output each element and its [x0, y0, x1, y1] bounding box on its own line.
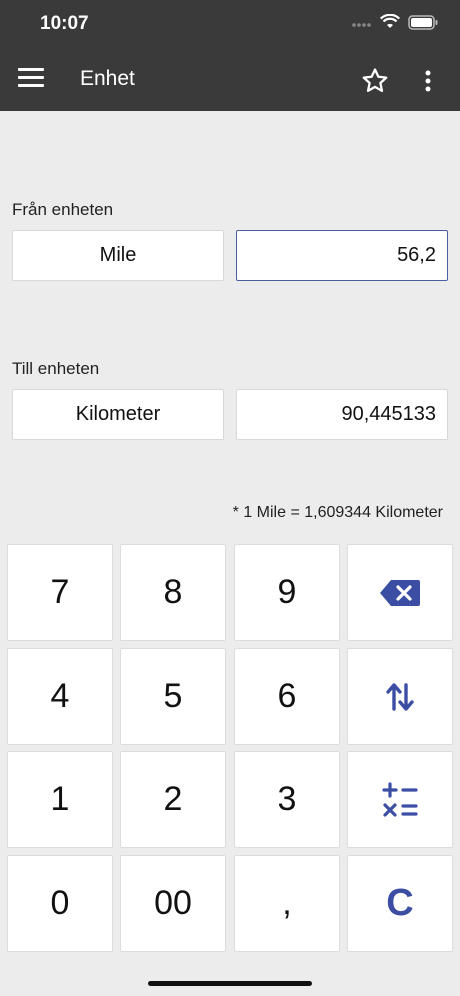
star-icon: [362, 68, 388, 92]
key-9[interactable]: 9: [234, 544, 340, 641]
app-title: Enhet: [80, 67, 135, 90]
from-unit-selector[interactable]: Mile: [12, 230, 224, 281]
wifi-icon: [380, 13, 400, 35]
status-bar: 10:07: [0, 0, 460, 50]
key-8[interactable]: 8: [120, 544, 226, 641]
swap-icon: [386, 682, 414, 711]
from-value-input[interactable]: 56,2: [236, 230, 448, 281]
to-value-text: 90,445133: [341, 403, 436, 425]
more-vert-icon: [425, 70, 431, 92]
menu-icon: [18, 68, 44, 87]
key-7[interactable]: 7: [7, 544, 113, 641]
key-3[interactable]: 3: [234, 751, 340, 848]
conversion-factor-note: * 1 Mile = 1,609344 Kilometer: [232, 504, 443, 521]
status-icons: [352, 13, 438, 35]
key-5[interactable]: 5: [120, 648, 226, 745]
more-options-button[interactable]: [416, 67, 440, 95]
signal-icon: [352, 16, 372, 34]
from-unit-label: Från enheten: [12, 200, 114, 219]
favorite-button[interactable]: [360, 66, 390, 96]
home-indicator: [148, 981, 312, 986]
key-00[interactable]: 00: [120, 855, 226, 952]
to-value-output[interactable]: 90,445133: [236, 389, 448, 440]
key-4[interactable]: 4: [7, 648, 113, 745]
battery-icon: [408, 14, 438, 35]
key-comma[interactable]: ,: [234, 855, 340, 952]
app-toolbar: Enhet: [0, 50, 460, 111]
key-2[interactable]: 2: [120, 751, 226, 848]
to-unit-selector[interactable]: Kilometer: [12, 389, 224, 440]
backspace-button[interactable]: [347, 544, 453, 641]
to-unit-name: Kilometer: [75, 403, 161, 425]
backspace-icon: [380, 579, 420, 606]
status-time: 10:07: [40, 13, 89, 34]
calculator-button[interactable]: [347, 751, 453, 848]
key-0[interactable]: 0: [7, 855, 113, 952]
swap-units-button[interactable]: [347, 648, 453, 745]
key-1[interactable]: 1: [7, 751, 113, 848]
from-value-text: 56,2: [397, 244, 436, 266]
menu-button[interactable]: [18, 68, 44, 92]
to-unit-label: Till enheten: [12, 359, 100, 378]
from-unit-name: Mile: [99, 244, 137, 266]
calculator-ops-icon: [382, 781, 418, 817]
key-6[interactable]: 6: [234, 648, 340, 745]
clear-button[interactable]: C: [347, 855, 453, 952]
